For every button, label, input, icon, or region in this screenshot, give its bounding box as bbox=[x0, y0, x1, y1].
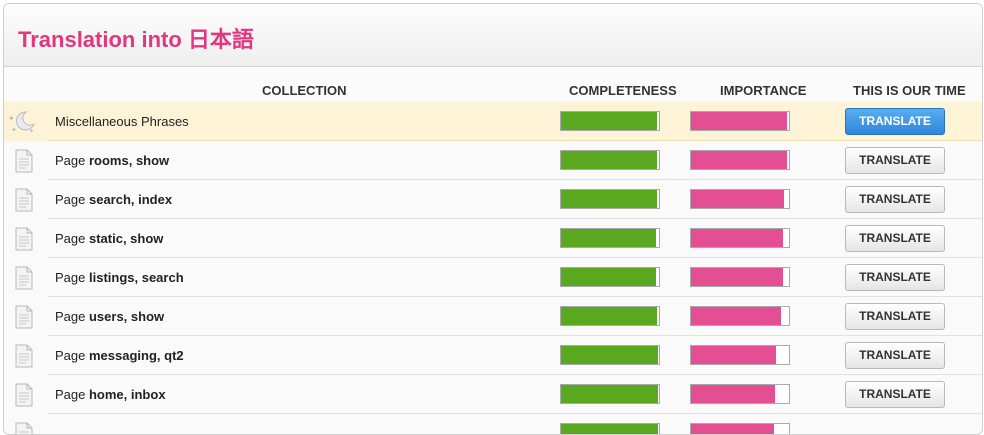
completeness-bar bbox=[560, 345, 660, 365]
document-icon bbox=[14, 227, 34, 251]
svg-text:✦: ✦ bbox=[29, 128, 34, 134]
document-icon bbox=[14, 188, 34, 212]
collection-prefix: Page bbox=[55, 348, 89, 363]
completeness-bar bbox=[560, 306, 660, 326]
completeness-bar bbox=[560, 150, 660, 170]
svg-text:✦: ✦ bbox=[8, 114, 15, 123]
completeness-bar bbox=[560, 267, 660, 287]
collection-name: Miscellaneous Phrases bbox=[55, 114, 189, 129]
importance-bar bbox=[690, 189, 790, 209]
importance-bar-fill bbox=[691, 307, 782, 325]
translate-button[interactable]: TRANSLATE bbox=[845, 264, 945, 291]
translate-button[interactable]: TRANSLATE bbox=[845, 342, 945, 369]
completeness-bar-fill bbox=[561, 268, 657, 286]
collection-prefix: Page bbox=[55, 270, 89, 285]
completeness-bar bbox=[560, 228, 660, 248]
completeness-bar-fill bbox=[561, 307, 658, 325]
importance-bar bbox=[690, 423, 790, 434]
list-item: Page rooms, show TRANSLATE bbox=[4, 141, 982, 180]
list-item: Page home, inbox TRANSLATE bbox=[4, 375, 982, 414]
list-item: ✦ ✦ ✦ Miscellaneous Phrases TRANSLATE bbox=[4, 102, 982, 141]
list-item: Page search, index TRANSLATE bbox=[4, 180, 982, 219]
collection-label: users, show bbox=[88, 309, 165, 324]
importance-bar-fill bbox=[691, 268, 784, 286]
importance-bar-fill bbox=[691, 112, 788, 130]
translate-button[interactable]: TRANSLATE bbox=[845, 303, 945, 330]
importance-bar-fill bbox=[691, 190, 785, 208]
translate-button[interactable]: TRANSLATE bbox=[845, 147, 945, 174]
collection-list: ✦ ✦ ✦ Miscellaneous Phrases TRANSLATE Page ro… bbox=[4, 102, 982, 434]
page-title: Translation into 日本語 bbox=[18, 27, 254, 52]
collection-label: search, index bbox=[88, 192, 173, 207]
importance-bar-fill bbox=[691, 385, 776, 403]
translation-panel: Translation into 日本語 COLLECTION COMPLETE… bbox=[3, 3, 983, 435]
panel-header: Translation into 日本語 bbox=[4, 4, 982, 67]
completeness-bar-fill bbox=[561, 112, 658, 130]
collection-name: Page messaging, qt2 bbox=[55, 348, 184, 363]
collection-label: messaging, qt2 bbox=[88, 348, 184, 363]
column-headers: COLLECTION COMPLETENESS IMPORTANCE THIS … bbox=[4, 67, 982, 102]
importance-bar bbox=[690, 228, 790, 248]
collection-prefix: Page bbox=[55, 309, 89, 324]
column-header-action: THIS IS OUR TIME bbox=[853, 83, 966, 98]
collection-name: Page search, index bbox=[55, 192, 172, 207]
importance-bar-fill bbox=[691, 346, 777, 364]
translate-button[interactable]: TRANSLATE bbox=[845, 381, 945, 408]
collection-prefix: Page bbox=[55, 387, 89, 402]
completeness-bar bbox=[560, 423, 660, 434]
completeness-bar-fill bbox=[561, 229, 657, 247]
completeness-bar bbox=[560, 111, 660, 131]
collection-label: listings, search bbox=[88, 270, 184, 285]
svg-text:✦: ✦ bbox=[11, 126, 17, 134]
collection-name: Page rooms, show bbox=[55, 153, 169, 168]
column-header-collection: COLLECTION bbox=[262, 83, 347, 98]
collection-name: Page static, show bbox=[55, 231, 163, 246]
collection-name: Page users, show bbox=[55, 309, 164, 324]
completeness-bar-fill bbox=[561, 385, 659, 403]
column-header-importance: IMPORTANCE bbox=[720, 83, 807, 98]
importance-bar-fill bbox=[691, 151, 788, 169]
list-item: Page users, show TRANSLATE bbox=[4, 297, 982, 336]
document-icon bbox=[14, 266, 34, 290]
document-icon bbox=[14, 383, 34, 407]
importance-bar-fill bbox=[691, 424, 775, 434]
translate-button[interactable]: TRANSLATE bbox=[845, 225, 945, 252]
importance-bar bbox=[690, 150, 790, 170]
completeness-bar-fill bbox=[561, 151, 658, 169]
list-item: Page listings, search TRANSLATE bbox=[4, 258, 982, 297]
document-icon bbox=[14, 149, 34, 173]
collection-prefix: Page bbox=[55, 231, 89, 246]
moon-stars-icon: ✦ ✦ ✦ bbox=[8, 110, 36, 135]
completeness-bar-fill bbox=[561, 424, 659, 434]
collection-name: Page listings, search bbox=[55, 270, 184, 285]
completeness-bar-fill bbox=[561, 346, 659, 364]
collection-prefix: Page bbox=[55, 192, 89, 207]
collection-label: static, show bbox=[88, 231, 164, 246]
importance-bar bbox=[690, 111, 790, 131]
collection-label: home, inbox bbox=[88, 387, 166, 402]
collection-prefix: Page bbox=[55, 153, 89, 168]
completeness-bar-fill bbox=[561, 190, 658, 208]
column-header-completeness: COMPLETENESS bbox=[569, 83, 677, 98]
translate-button[interactable]: TRANSLATE bbox=[845, 186, 945, 213]
document-icon bbox=[14, 422, 34, 434]
importance-bar-fill bbox=[691, 229, 784, 247]
completeness-bar bbox=[560, 384, 660, 404]
importance-bar bbox=[690, 267, 790, 287]
collection-label: rooms, show bbox=[88, 153, 170, 168]
list-item bbox=[4, 414, 982, 434]
document-icon bbox=[14, 305, 34, 329]
list-item: Page messaging, qt2 TRANSLATE bbox=[4, 336, 982, 375]
importance-bar bbox=[690, 345, 790, 365]
importance-bar bbox=[690, 384, 790, 404]
completeness-bar bbox=[560, 189, 660, 209]
translate-button[interactable]: TRANSLATE bbox=[845, 108, 945, 135]
importance-bar bbox=[690, 306, 790, 326]
document-icon bbox=[14, 344, 34, 368]
list-item: Page static, show TRANSLATE bbox=[4, 219, 982, 258]
collection-name: Page home, inbox bbox=[55, 387, 166, 402]
